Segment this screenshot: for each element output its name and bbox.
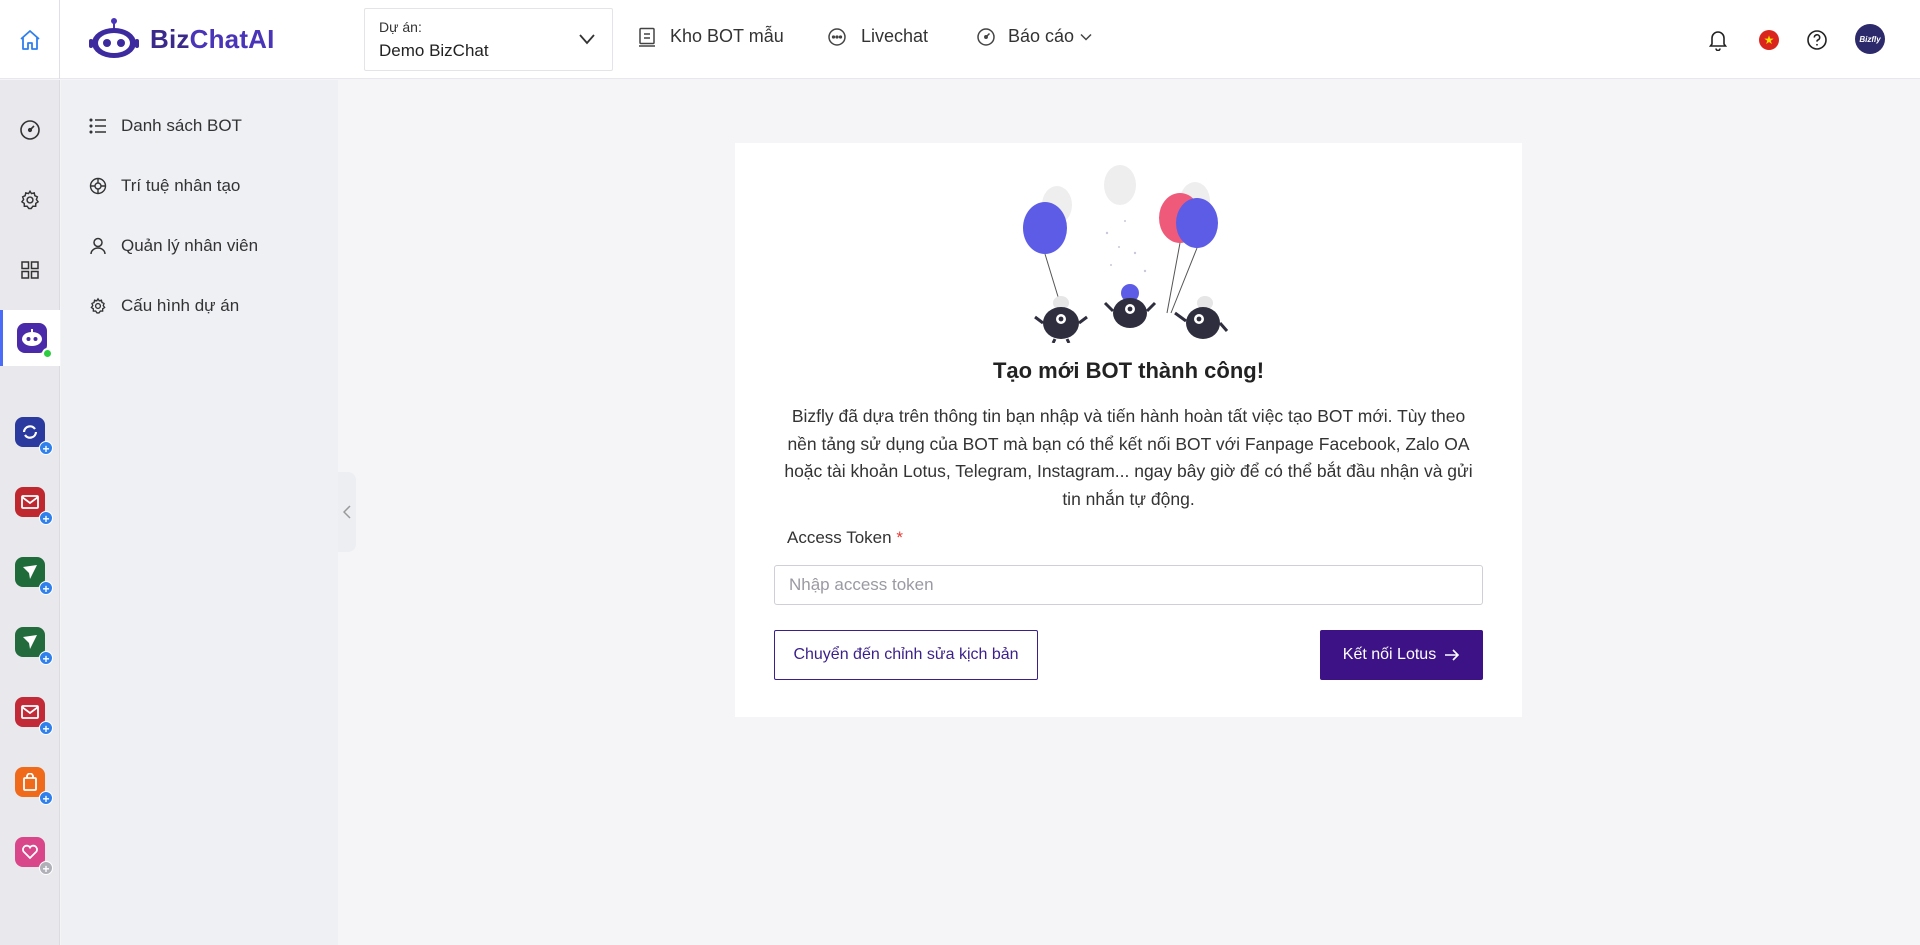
- nav-livechat-label: Livechat: [861, 26, 929, 46]
- ai-icon: [89, 177, 107, 195]
- rail-app-6[interactable]: +: [0, 758, 60, 806]
- arrow-right-icon: [1445, 649, 1460, 661]
- access-token-label: Access Token *: [787, 528, 903, 547]
- online-status-dot: [41, 348, 53, 359]
- nav-bot-template[interactable]: Kho BOT mẫu: [638, 26, 784, 47]
- rail-app-3[interactable]: +: [0, 548, 60, 596]
- language-button[interactable]: ★: [1755, 26, 1783, 54]
- nav-report[interactable]: Báo cáo: [976, 26, 1092, 47]
- home-icon: [19, 29, 40, 50]
- home-button[interactable]: [0, 0, 60, 79]
- chevron-down-icon: [1080, 33, 1092, 41]
- logo-text: BizChatAI: [150, 23, 275, 54]
- chevron-down-icon: [579, 34, 595, 45]
- sidebar-item-label: Cấu hình dự án: [121, 296, 240, 315]
- shopping-app-icon: +: [15, 767, 53, 806]
- access-token-input[interactable]: [774, 565, 1483, 605]
- user-avatar[interactable]: Bizfly: [1855, 24, 1885, 54]
- nav-report-label: Báo cáo: [1008, 26, 1075, 46]
- rail-app-7[interactable]: +: [0, 828, 60, 876]
- rail-app-2[interactable]: +: [0, 478, 60, 526]
- connect-lotus-button[interactable]: Kết nối Lotus: [1320, 630, 1483, 680]
- edit-script-button[interactable]: Chuyển đến chỉnh sửa kịch bản: [774, 630, 1038, 680]
- celebration-illustration: [1023, 165, 1229, 343]
- project-select-value: Demo BizChat: [379, 41, 489, 60]
- rail-app-4[interactable]: +: [0, 618, 60, 666]
- sidebar-item-ai[interactable]: Trí tuệ nhân tạo: [89, 176, 240, 196]
- add-badge-icon: +: [39, 511, 53, 526]
- rail-bizchat[interactable]: [0, 310, 60, 366]
- chevron-left-icon: [343, 505, 351, 519]
- sidebar-item-project-config[interactable]: Cấu hình dự án: [89, 296, 239, 316]
- top-bar: BizChatAI Dự án: Demo BizChat Kho BOT mẫ…: [0, 0, 1920, 79]
- bot-created-card: Tạo mới BOT thành công! Bizfly đã dựa tr…: [735, 143, 1522, 717]
- nav-livechat[interactable]: Livechat: [827, 26, 928, 47]
- send-app-icon: +: [15, 627, 53, 666]
- add-badge-icon: +: [39, 441, 53, 456]
- bot-logo-icon: [89, 18, 139, 58]
- send-app-icon: +: [15, 557, 53, 596]
- dashboard-icon: [20, 120, 40, 140]
- sidebar-item-label: Quản lý nhân viên: [121, 236, 259, 255]
- rail-dashboard[interactable]: [0, 106, 60, 154]
- dashboard-icon: [977, 27, 995, 46]
- gear-icon: [90, 297, 106, 314]
- sidebar-item-staff[interactable]: Quản lý nhân viên: [89, 236, 258, 256]
- avatar: Bizfly: [1855, 24, 1885, 54]
- help-button[interactable]: [1803, 26, 1831, 54]
- bell-icon: [1708, 31, 1728, 51]
- add-badge-icon: +: [39, 651, 53, 666]
- add-badge-icon: +: [39, 861, 53, 876]
- add-badge-icon: +: [39, 721, 53, 736]
- vietnam-flag-icon: ★: [1759, 30, 1779, 50]
- list-icon: [89, 118, 106, 134]
- success-title: Tạo mới BOT thành công!: [992, 358, 1265, 383]
- user-icon: [90, 237, 106, 255]
- gear-icon: [20, 189, 40, 210]
- grid-icon: [21, 261, 39, 279]
- success-description: Bizfly đã dựa trên thông tin bạn nhập và…: [784, 406, 1473, 509]
- connect-lotus-label: Kết nối Lotus: [1342, 646, 1437, 663]
- rail-app-5[interactable]: +: [0, 688, 60, 736]
- collapse-sidebar-button[interactable]: [338, 472, 356, 552]
- app-rail: + + + + + + +: [0, 80, 60, 945]
- bot-template-icon: [639, 27, 655, 47]
- sidebar-item-bot-list[interactable]: Danh sách BOT: [89, 116, 242, 136]
- sync-app-icon: +: [15, 417, 53, 456]
- notification-button[interactable]: [1704, 26, 1732, 54]
- bizchat-app-icon: [16, 323, 53, 359]
- project-select-label: Dự án:: [379, 19, 422, 35]
- side-menu: Danh sách BOT Trí tuệ nhân tạo Quản lý n…: [61, 80, 338, 945]
- mail-app-icon: +: [15, 697, 53, 736]
- project-select[interactable]: Dự án: Demo BizChat: [364, 8, 613, 71]
- rail-app-1[interactable]: +: [0, 408, 60, 456]
- sidebar-item-label: Trí tuệ nhân tạo: [121, 176, 241, 195]
- add-badge-icon: +: [39, 791, 53, 806]
- nav-bot-template-label: Kho BOT mẫu: [670, 26, 784, 46]
- chat-bubble-icon: [828, 27, 846, 46]
- heart-app-icon: +: [15, 837, 53, 876]
- required-mark: *: [896, 528, 903, 547]
- add-badge-icon: +: [39, 581, 53, 596]
- bizchat-logo[interactable]: BizChatAI: [88, 14, 275, 64]
- sidebar-item-label: Danh sách BOT: [121, 116, 242, 135]
- help-icon: [1807, 30, 1827, 50]
- rail-apps[interactable]: [0, 246, 60, 294]
- mail-app-icon: +: [15, 487, 53, 526]
- rail-settings[interactable]: [0, 176, 60, 224]
